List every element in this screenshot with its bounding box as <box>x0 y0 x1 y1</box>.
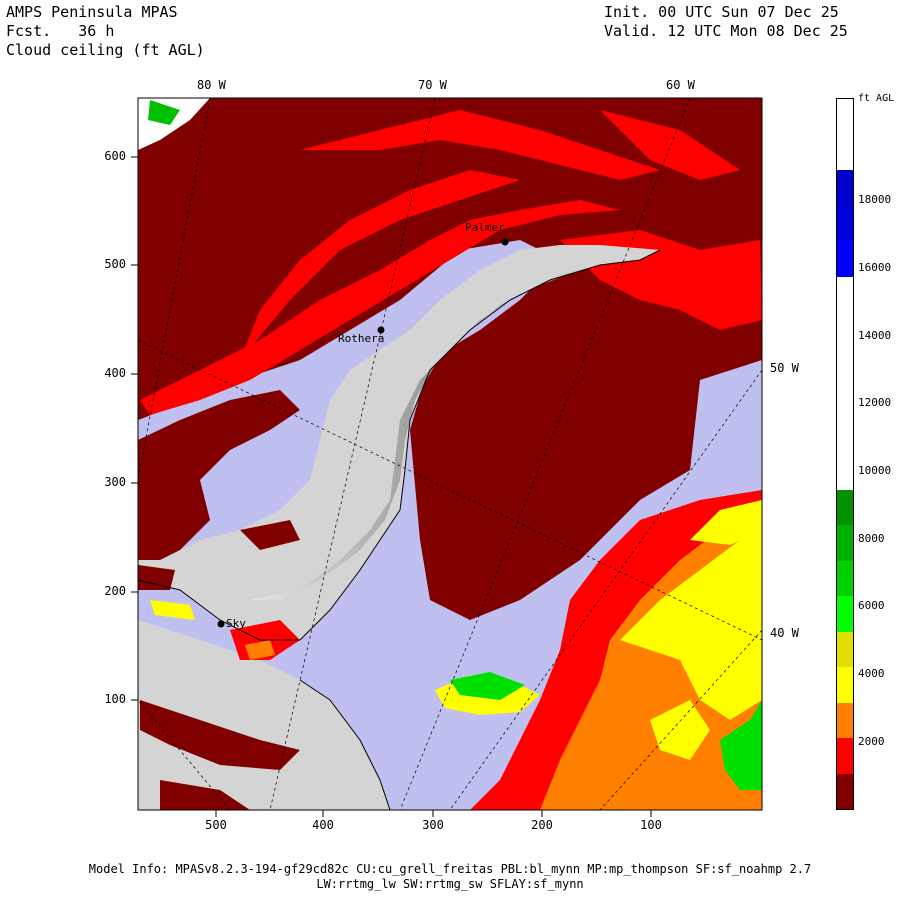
colorbar-segment <box>837 383 853 419</box>
station-marker-palmer <box>501 238 509 246</box>
lon-label-70w: 70 W <box>418 78 447 92</box>
footer-line-1: Model Info: MPASv8.2.3-194-gf29cd82c CU:… <box>88 862 812 876</box>
colorbar-segment <box>837 134 853 170</box>
colorbar-tick: 16000 <box>858 261 892 274</box>
colorbar-segment <box>837 276 853 312</box>
colorbar-title: ft AGL <box>858 93 895 104</box>
y-tick-label: 100 <box>104 692 126 706</box>
colorbar-tick: 14000 <box>858 329 892 342</box>
lon-label-80w: 80 W <box>197 78 226 92</box>
footer-line-2: LW:rrtmg_lw SW:rrtmg_sw SFLAY:sf_mynn <box>316 877 584 891</box>
colorbar-tick: 8000 <box>858 532 885 545</box>
colorbar-tick: 4000 <box>858 667 885 680</box>
colorbar-segment <box>837 205 853 241</box>
x-tick-label: 300 <box>422 818 444 832</box>
x-tick-label: 500 <box>205 818 227 832</box>
colorbar-segment <box>837 525 853 561</box>
station-label-palmer: Palmer <box>465 221 505 234</box>
lon-label-50w: 50 W <box>770 361 799 375</box>
colorbar-segment <box>837 489 853 525</box>
x-tick-label: 100 <box>640 818 662 832</box>
station-label-rothera: Rothera <box>338 332 385 345</box>
y-tick-label: 400 <box>104 366 126 380</box>
colorbar-segment <box>837 347 853 383</box>
colorbar-segment <box>837 454 853 490</box>
colorbar-segment <box>837 99 853 135</box>
y-tick-label: 500 <box>104 257 126 271</box>
colorbar-segment <box>837 596 853 632</box>
colorbar-segment <box>837 631 853 667</box>
station-label-sky: Sky <box>226 617 246 630</box>
colorbar-segment <box>837 312 853 348</box>
colorbar-segment <box>837 241 853 277</box>
y-tick-label: 300 <box>104 475 126 489</box>
colorbar-segment <box>837 702 853 738</box>
lon-label-60w: 60 W <box>666 78 695 92</box>
colorbar-tick: 12000 <box>858 396 892 409</box>
model-info-footer: Model Info: MPASv8.2.3-194-gf29cd82c CU:… <box>0 862 900 892</box>
colorbar-segment <box>837 667 853 703</box>
colorbar-tick: 2000 <box>858 735 885 748</box>
colorbar-tick: 18000 <box>858 193 892 206</box>
x-tick-label: 400 <box>312 818 334 832</box>
colorbar-tick: 10000 <box>858 464 892 477</box>
y-tick-label: 200 <box>104 584 126 598</box>
colorbar-segment <box>837 738 853 774</box>
colorbar-segment <box>837 170 853 206</box>
colorbar-segment <box>837 418 853 454</box>
colorbar-segment <box>837 560 853 596</box>
colorbar <box>836 98 854 810</box>
map-plot <box>131 97 763 817</box>
lon-label-40w: 40 W <box>770 626 799 640</box>
colorbar-tick: 6000 <box>858 599 885 612</box>
station-marker-sky <box>217 620 225 628</box>
x-tick-label: 200 <box>531 818 553 832</box>
y-tick-label: 600 <box>104 149 126 163</box>
colorbar-segment <box>837 773 853 809</box>
